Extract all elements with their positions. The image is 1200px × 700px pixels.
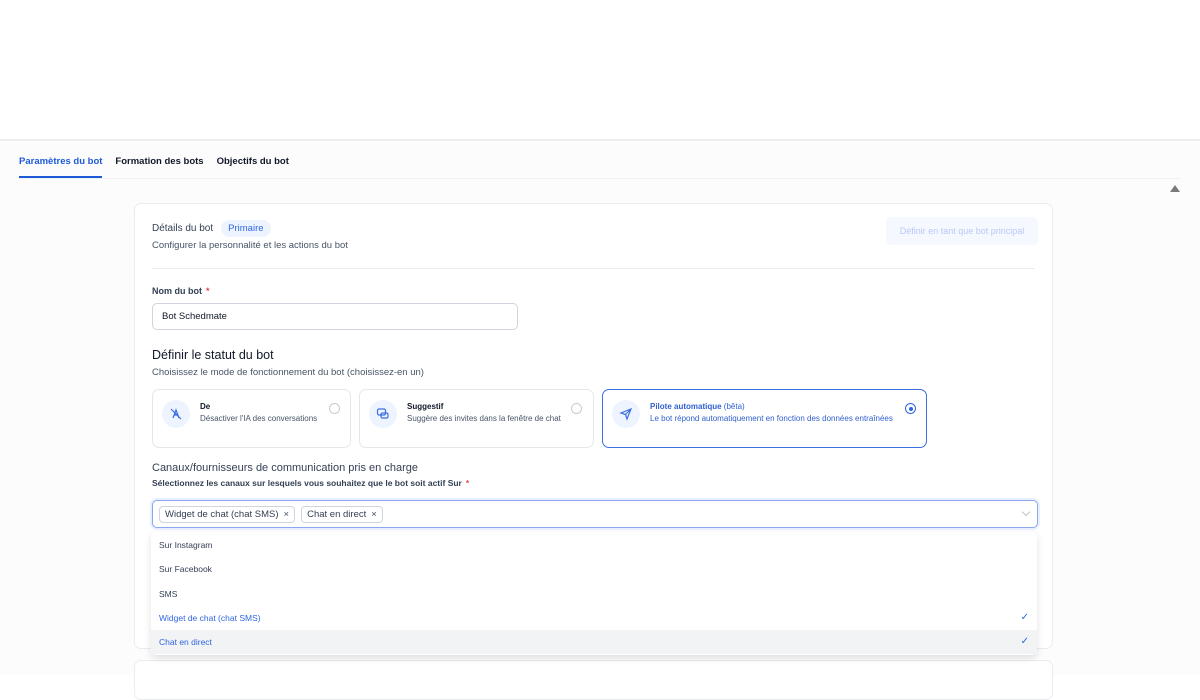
- required-marker: *: [206, 286, 210, 296]
- radio-autopilot[interactable]: [905, 403, 916, 414]
- channels-subtitle: Sélectionnez les canaux sur lesquels vou…: [152, 478, 469, 488]
- chip-live-chat: Chat en direct ×: [301, 505, 383, 523]
- radio-off[interactable]: [329, 403, 340, 414]
- option-desc: Suggère des invites dans la fenêtre de c…: [407, 414, 561, 423]
- tab-divider: [19, 178, 1181, 179]
- status-option-autopilot[interactable]: Pilote automatique (bêta) Le bot répond …: [602, 389, 927, 448]
- option-label: Sur Facebook: [159, 564, 212, 575]
- status-option-off[interactable]: De Désactiver l'IA des conversations: [152, 389, 351, 448]
- chip-chat-widget: Widget de chat (chat SMS) ×: [159, 505, 296, 523]
- bot-name-label: Nom du bot *: [152, 286, 210, 296]
- status-title: Définir le statut du bot: [152, 348, 274, 362]
- option-label: Widget de chat (chat SMS): [159, 612, 261, 623]
- remove-chip-icon[interactable]: ×: [284, 509, 290, 520]
- check-icon: ✓: [1020, 611, 1029, 623]
- chip-label: Chat en direct: [307, 508, 367, 520]
- required-marker: *: [465, 478, 470, 488]
- primary-badge: Primaire: [221, 220, 271, 237]
- divider: [152, 268, 1035, 269]
- tab-bot-goals[interactable]: Objectifs du bot: [217, 156, 289, 178]
- radio-suggestive[interactable]: [571, 403, 582, 414]
- option-label: SMS: [159, 588, 178, 599]
- option-desc: Désactiver l'IA des conversations: [200, 414, 318, 423]
- bot-name-input[interactable]: [152, 303, 518, 330]
- card-subtitle: Configurer la personnalité et les action…: [152, 240, 348, 251]
- card-title: Détails du bot: [152, 223, 214, 234]
- card-header: Détails du bot Primaire: [152, 220, 271, 237]
- channels-dropdown: Sur Instagram Sur Facebook SMS Widget de…: [151, 532, 1037, 655]
- tab-bot-settings[interactable]: Paramètres du bot: [19, 156, 103, 178]
- bot-off-icon: [162, 400, 190, 428]
- chevron-down-icon[interactable]: [1021, 507, 1031, 517]
- beta-tag: (bêta): [723, 402, 745, 411]
- tab-bar: Paramètres du bot Formation des bots Obj…: [19, 156, 289, 178]
- chat-bubbles-icon: [369, 400, 397, 428]
- option-sms[interactable]: SMS: [151, 582, 1037, 606]
- option-title: De: [200, 402, 211, 411]
- option-title: Pilote automatique (bêta): [650, 402, 745, 411]
- remove-chip-icon[interactable]: ×: [371, 509, 377, 520]
- option-desc: Le bot répond automatiquement en fonctio…: [650, 414, 893, 423]
- set-primary-bot-button[interactable]: Définir en tant que bot principal: [886, 217, 1038, 245]
- option-title: Suggestif: [407, 402, 444, 411]
- option-label: Sur Instagram: [159, 540, 213, 550]
- subtitle-text: Sélectionnez les canaux sur lesquels vou…: [152, 478, 462, 488]
- check-icon: ✓: [1020, 636, 1029, 648]
- option-facebook[interactable]: Sur Facebook: [151, 557, 1037, 581]
- label-text: Nom du bot: [152, 286, 202, 296]
- send-icon: [612, 400, 640, 428]
- chip-label: Widget de chat (chat SMS): [165, 508, 279, 520]
- top-header: [0, 0, 1200, 141]
- option-live-chat[interactable]: Chat en direct ✓: [151, 630, 1037, 655]
- scroll-up-icon[interactable]: [1170, 185, 1180, 192]
- status-subtitle: Choisissez le mode de fonctionnement du …: [152, 367, 424, 378]
- next-card: [134, 660, 1053, 700]
- channels-title: Canaux/fournisseurs de communication pri…: [152, 462, 418, 474]
- status-option-suggestive[interactable]: Suggestif Suggère des invites dans la fe…: [359, 389, 594, 448]
- option-label: Chat en direct: [159, 637, 212, 648]
- option-chat-widget[interactable]: Widget de chat (chat SMS) ✓: [151, 606, 1037, 630]
- option-title-text: Pilote automatique: [650, 402, 722, 411]
- channels-multiselect[interactable]: Widget de chat (chat SMS) × Chat en direc…: [152, 500, 1038, 528]
- tab-bot-training[interactable]: Formation des bots: [115, 156, 203, 178]
- option-instagram[interactable]: Sur Instagram: [151, 533, 1037, 557]
